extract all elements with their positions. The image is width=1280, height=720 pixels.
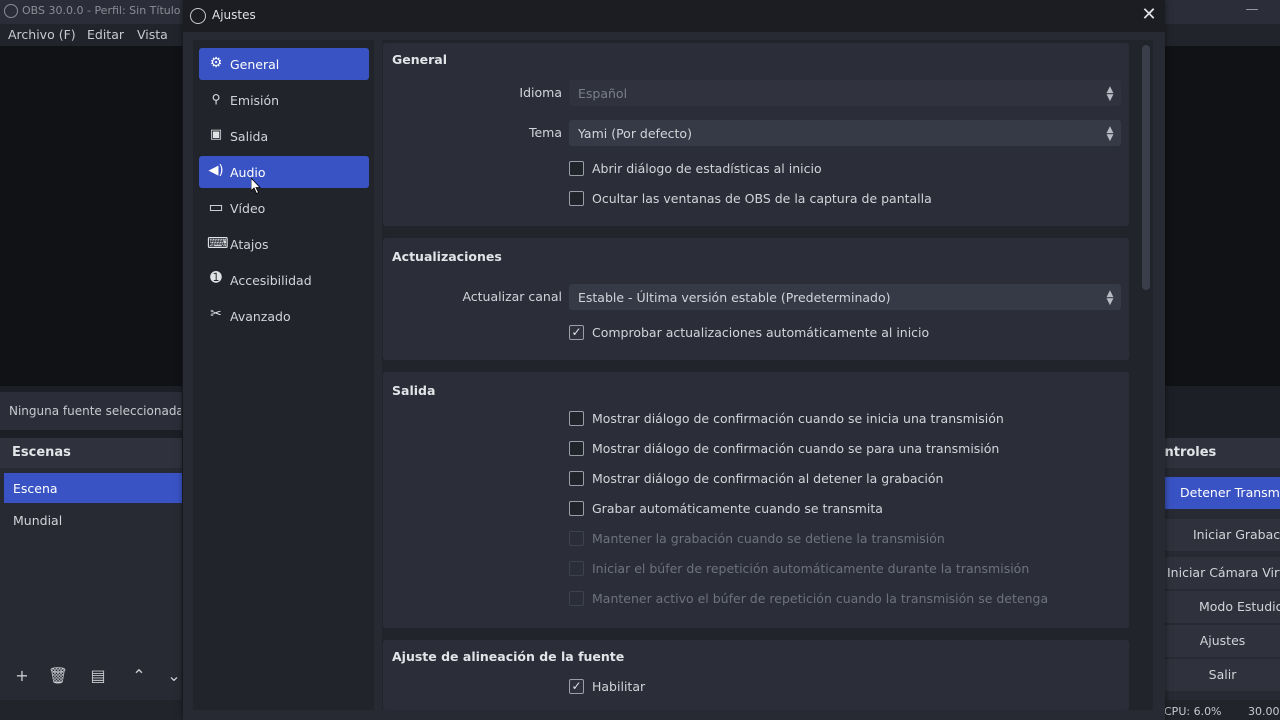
cpu-usage: CPU: 6.0% (1164, 705, 1222, 718)
chevron-updown-icon: ▲ ▼ (1106, 85, 1114, 103)
sidebar-item-label: General (230, 57, 280, 72)
obs-logo-icon (190, 8, 206, 24)
checkmark-icon: ✓ (571, 679, 582, 693)
language-select[interactable] (569, 80, 1121, 106)
confirm-start-stream-checkbox[interactable] (569, 411, 584, 426)
speaker-icon: ◀) (208, 163, 224, 178)
start-recording-button[interactable]: Iniciar Grabación (1165, 519, 1280, 551)
studio-mode-button[interactable]: Modo Estudio (1165, 591, 1280, 623)
sidebar-item-label: Vídeo (230, 201, 266, 216)
confirm-stop-stream-checkbox[interactable] (569, 441, 584, 456)
output-group-title: Salida (392, 383, 436, 398)
general-group-title: General (392, 52, 447, 67)
sidebar-item-label: Salida (230, 129, 269, 144)
sidebar-item-label: Emisión (230, 93, 280, 108)
main-window-title: OBS 30.0.0 - Perfil: Sin Título (22, 4, 181, 17)
menu-archivo[interactable]: Archivo (F) (8, 27, 76, 42)
checkbox-label: Grabar automáticamente cuando se transmi… (592, 501, 883, 516)
checkbox-label: Mostrar diálogo de confirmación cuando s… (592, 441, 1000, 456)
exit-button[interactable]: Salir (1165, 659, 1280, 691)
output-icon: ▣ (209, 127, 223, 142)
keep-replay-buffer-checkbox (569, 591, 584, 606)
sidebar-item-label: Atajos (230, 237, 269, 252)
checkmark-icon: ✓ (571, 325, 582, 339)
checkbox-label: Ocultar las ventanas de OBS de la captur… (592, 191, 932, 206)
controls-title: Controles (1163, 445, 1217, 460)
chevron-updown-icon: ▲ ▼ (1106, 289, 1114, 307)
scene-item-label: Escena (13, 481, 58, 496)
settings-button[interactable]: Ajustes (1165, 625, 1280, 657)
keyboard-icon: ⌨ (207, 234, 229, 252)
stop-stream-button[interactable]: Detener Transmisión (1165, 477, 1280, 509)
chevron-updown-icon: ▲ ▼ (1106, 125, 1114, 143)
preview-area-right[interactable] (1165, 46, 1280, 386)
checkbox-label: Mantener activo el búfer de repetición c… (592, 591, 1049, 606)
checkbox-label: Comprobar actualizaciones automáticament… (592, 325, 930, 340)
filter-icon[interactable]: ▤ (85, 664, 111, 688)
gear-icon: ⚙ (209, 55, 223, 71)
arrow-up-icon[interactable]: ⌃ (126, 664, 152, 688)
checkbox-label: Mantener la grabación cuando se detiene … (592, 531, 945, 546)
theme-label: Tema (528, 125, 562, 140)
sidebar-item-label: Avanzado (230, 309, 291, 324)
accessibility-icon: ➊ (210, 270, 222, 286)
obs-logo-icon (4, 4, 18, 18)
minimize-icon[interactable]: — (1238, 2, 1266, 17)
dialog-titlebar (183, 0, 1165, 32)
checkbox-label: Abrir diálogo de estadísticas al inicio (592, 161, 822, 176)
menu-editar[interactable]: Editar (87, 27, 124, 42)
language-label: Idioma (519, 85, 562, 100)
checkbox-label: Habilitar (592, 679, 646, 694)
start-virtual-camera-button[interactable]: Iniciar Cámara Virtual (1165, 557, 1280, 589)
status-time: 30.00 (1248, 705, 1280, 718)
menu-vista[interactable]: Vista (137, 27, 168, 42)
no-source-label: Ninguna fuente seleccionada (9, 404, 181, 418)
stats-on-startup-checkbox[interactable] (569, 161, 584, 176)
update-channel-label: Actualizar canal (462, 289, 562, 304)
auto-record-on-stream-checkbox[interactable] (569, 501, 584, 516)
trash-icon[interactable]: 🗑 (45, 664, 71, 688)
checkbox-label: Iniciar el búfer de repetición automátic… (592, 561, 1030, 576)
language-select-value: Español (578, 86, 628, 101)
mouse-cursor-icon (251, 178, 261, 194)
antenna-icon: ⚲ (211, 92, 221, 106)
checkbox-label: Mostrar diálogo de confirmación al deten… (592, 471, 944, 486)
update-channel-value: Estable - Última versión estable (Predet… (578, 290, 891, 305)
dialog-title: Ajustes (212, 8, 256, 22)
sidebar-item-label: Accesibilidad (230, 273, 312, 288)
theme-select-value: Yami (Por defecto) (578, 126, 692, 141)
monitor-icon: ▭ (208, 197, 224, 216)
close-icon[interactable]: ✕ (1138, 4, 1160, 26)
tools-icon: ✂ (210, 306, 222, 322)
hide-obs-from-capture-checkbox[interactable] (569, 191, 584, 206)
updates-group-title: Actualizaciones (392, 249, 502, 264)
add-icon[interactable]: + (9, 664, 35, 688)
checkbox-label: Mostrar diálogo de confirmación cuando s… (592, 411, 1004, 426)
scenes-title: Escenas (12, 445, 71, 460)
confirm-stop-recording-checkbox[interactable] (569, 471, 584, 486)
preview-area[interactable] (0, 46, 182, 386)
keep-recording-checkbox (569, 531, 584, 546)
scrollbar-thumb[interactable] (1142, 45, 1150, 290)
auto-replay-buffer-checkbox (569, 561, 584, 576)
snapping-group-title: Ajuste de alineación de la fuente (392, 649, 625, 664)
scene-item-mundial[interactable]: Mundial (13, 513, 62, 528)
